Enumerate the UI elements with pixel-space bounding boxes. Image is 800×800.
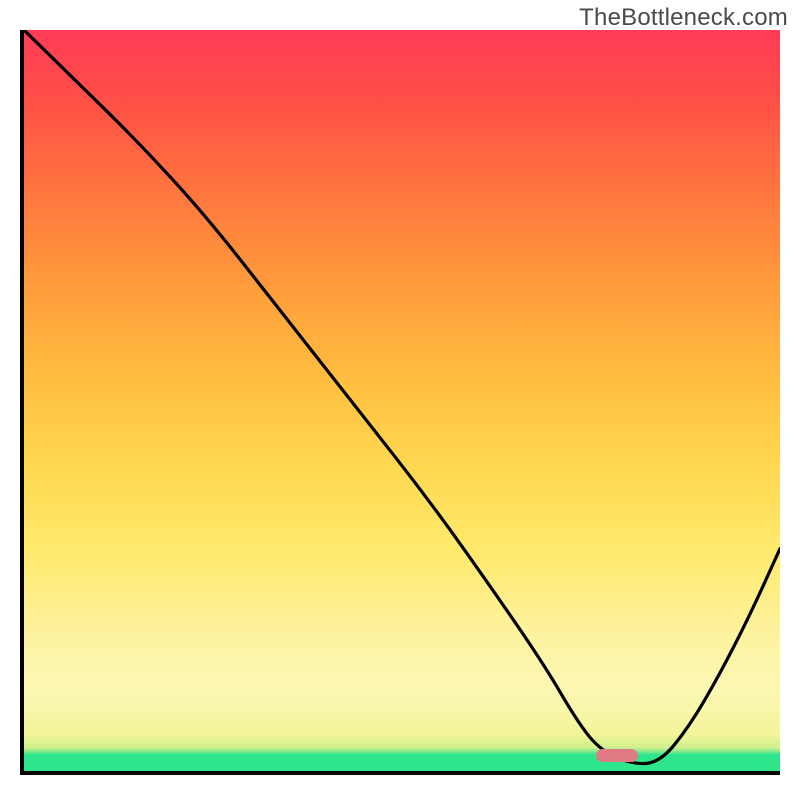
bottleneck-curve: [24, 30, 780, 771]
optimal-marker: [596, 749, 638, 762]
plot-area: [20, 30, 780, 775]
chart-frame: TheBottleneck.com: [0, 0, 800, 800]
watermark-text: TheBottleneck.com: [579, 4, 788, 32]
